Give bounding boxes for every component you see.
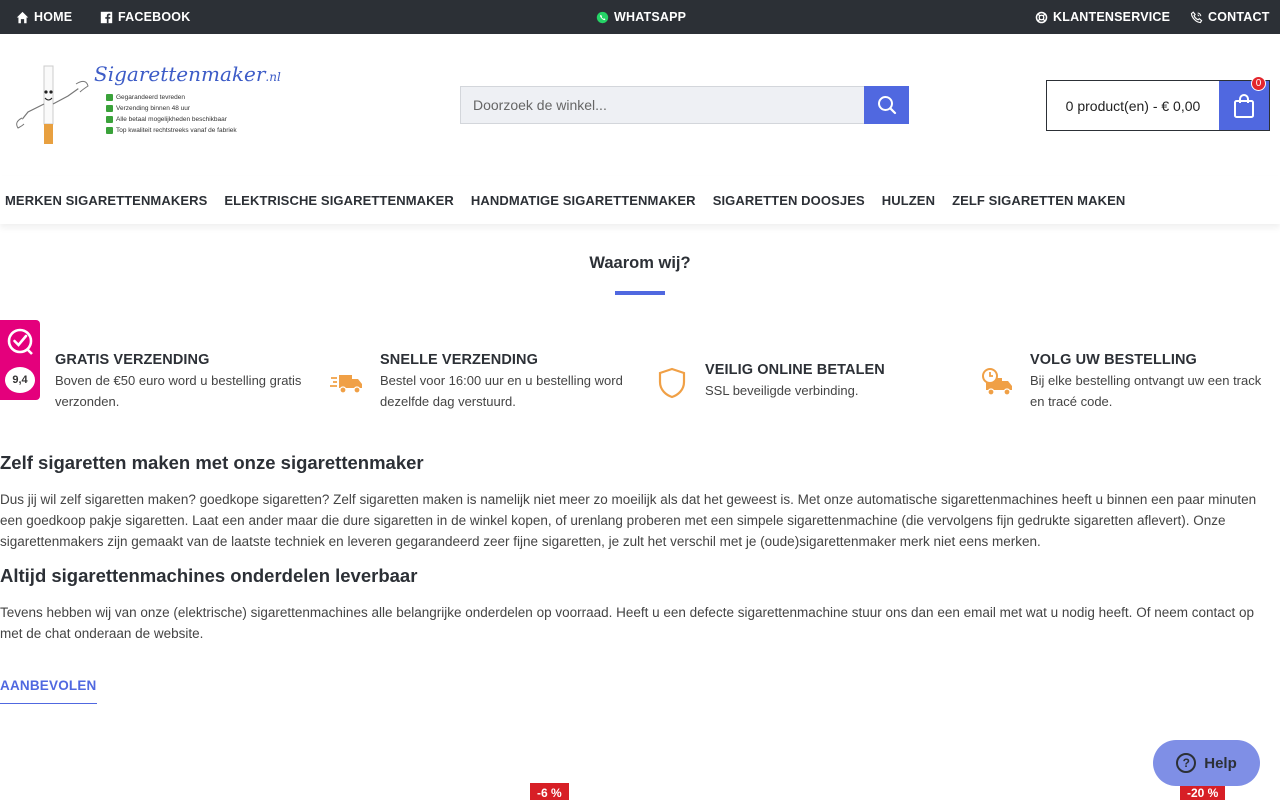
help-label: Help — [1204, 754, 1237, 772]
logo-usp-item: Gegarandeerd tevreden — [106, 92, 237, 103]
tab-recommended[interactable]: AANBEVOLEN — [0, 678, 97, 704]
check-icon — [106, 127, 113, 134]
section-paragraph: Dus jij wil zelf sigaretten maken? goedk… — [0, 492, 1257, 549]
section-paragraph: Tevens hebben wij van onze (elektrische)… — [0, 605, 1255, 641]
feature-title: GRATIS VERZENDING — [55, 352, 210, 368]
search-button[interactable] — [864, 86, 909, 124]
home-label: HOME — [34, 10, 73, 24]
nav-item-doosjes[interactable]: SIGARETTEN DOOSJES — [713, 193, 865, 208]
question-icon: ? — [1176, 753, 1197, 773]
contact-link[interactable]: CONTACT — [1189, 0, 1270, 34]
top-bar: HOME FACEBOOK WHATSAPP KLANTENSERVICE CO… — [0, 0, 1280, 34]
feature-title: SNELLE VERZENDING — [380, 352, 538, 368]
feature-text: Bij elke bestelling ontvangt uw een trac… — [1030, 373, 1262, 409]
rating-score: 9,4 — [5, 367, 35, 393]
title-underline — [615, 291, 665, 295]
feature-title: VOLG UW BESTELLING — [1030, 352, 1197, 368]
search-icon — [877, 96, 896, 115]
fast-truck-icon — [330, 375, 362, 394]
phone-icon — [1189, 10, 1203, 24]
facebook-label: FACEBOOK — [118, 10, 191, 24]
feature-text: Boven de €50 euro word u bestelling grat… — [55, 373, 302, 409]
section-heading: Altijd sigarettenmachines onderdelen lev… — [0, 565, 418, 586]
logo-wordmark: Sigarettenmaker.nl — [94, 62, 281, 86]
feature-text: Bestel voor 16:00 uur en u bestelling wo… — [380, 373, 623, 409]
feature-track-order: VOLG UW BESTELLING Bij elke bestelling o… — [1030, 352, 1275, 412]
why-us-title: Waarom wij? — [589, 254, 691, 272]
feature-title: VEILIG ONLINE BETALEN — [705, 362, 885, 378]
search-input[interactable] — [460, 86, 864, 124]
whatsapp-link[interactable]: WHATSAPP — [595, 0, 686, 34]
section-heading: Zelf sigaretten maken met onze sigarette… — [0, 452, 424, 473]
klantenservice-link[interactable]: KLANTENSERVICE — [1034, 0, 1170, 34]
discount-badge: -6 % — [530, 783, 569, 800]
cart-summary[interactable]: 0 product(en) - € 0,00 — [1047, 81, 1219, 130]
shield-icon — [658, 367, 686, 399]
facebook-link[interactable]: FACEBOOK — [99, 0, 190, 34]
contact-label: CONTACT — [1208, 10, 1270, 24]
logo-usp-item: Verzending binnen 48 uur — [106, 103, 237, 114]
cart-widget[interactable]: 0 product(en) - € 0,00 0 — [1046, 76, 1270, 131]
main-nav: MERKEN SIGARETTENMAKERS ELEKTRISCHE SIGA… — [0, 176, 1280, 224]
nav-item-zelf-maken[interactable]: ZELF SIGARETTEN MAKEN — [952, 193, 1125, 208]
feature-secure-payment: VEILIG ONLINE BETALEN SSL beveiligde ver… — [705, 362, 965, 401]
search-bar — [460, 86, 909, 124]
check-icon — [106, 94, 113, 101]
help-button[interactable]: ? Help — [1153, 740, 1260, 786]
shopping-bag-icon — [1234, 93, 1254, 118]
facebook-icon — [99, 10, 113, 24]
review-check-icon — [7, 328, 33, 355]
nav-item-merken[interactable]: MERKEN SIGARETTENMAKERS — [5, 193, 207, 208]
logo-usp-list: Gegarandeerd tevreden Verzending binnen … — [106, 92, 237, 136]
lifebuoy-icon — [1034, 10, 1048, 24]
truck-clock-icon — [982, 368, 1012, 396]
logo-usp-item: Alle betaal mogelijkheden beschikbaar — [106, 114, 237, 125]
feature-free-shipping: GRATIS VERZENDING Boven de €50 euro word… — [55, 352, 315, 412]
klantenservice-label: KLANTENSERVICE — [1053, 10, 1171, 24]
nav-item-elektrische[interactable]: ELEKTRISCHE SIGARETTENMAKER — [224, 193, 454, 208]
cart-button[interactable]: 0 — [1219, 76, 1269, 130]
check-icon — [106, 105, 113, 112]
whatsapp-icon — [595, 10, 609, 24]
nav-item-hulzen[interactable]: HULZEN — [882, 193, 935, 208]
cigarette-mascot-icon — [16, 65, 89, 144]
cart-count-badge: 0 — [1251, 76, 1266, 91]
site-logo[interactable]: Sigarettenmaker.nl Gegarandeerd tevreden… — [10, 60, 281, 150]
nav-item-handmatige[interactable]: HANDMATIGE SIGARETTENMAKER — [471, 193, 696, 208]
check-icon — [106, 116, 113, 123]
home-icon — [15, 10, 29, 24]
feature-fast-shipping: SNELLE VERZENDING Bestel voor 16:00 uur … — [380, 352, 640, 412]
feature-text: SSL beveiligde verbinding. — [705, 383, 859, 398]
whatsapp-label: WHATSAPP — [614, 10, 687, 24]
home-link[interactable]: HOME — [15, 0, 72, 34]
logo-usp-item: Top kwaliteit rechtstreeks vanaf de fabr… — [106, 125, 237, 136]
